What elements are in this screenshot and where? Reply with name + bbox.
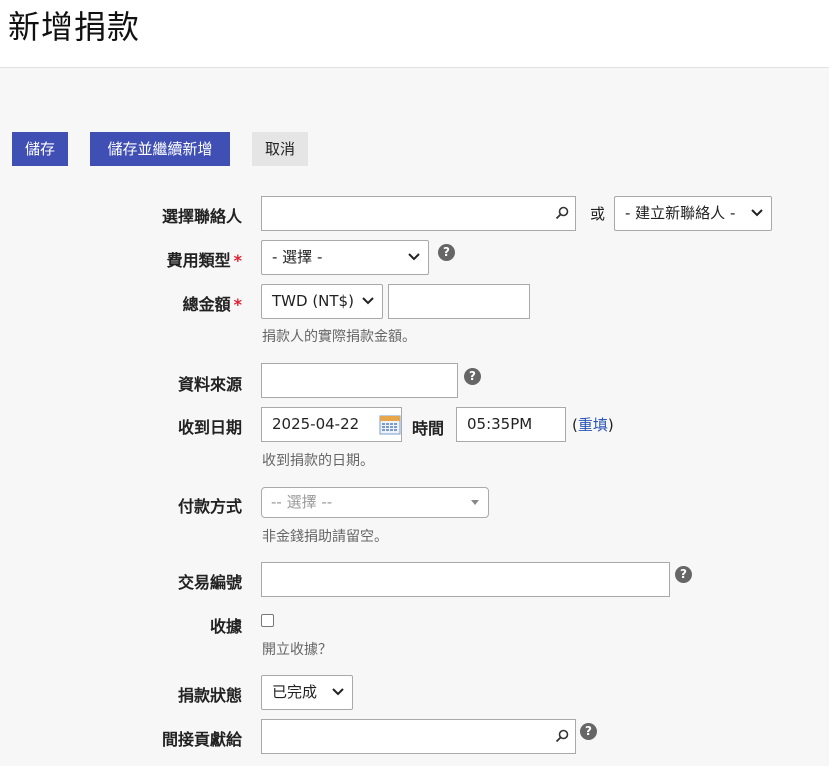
page-header: 新增捐款: [0, 0, 829, 68]
cancel-button[interactable]: 取消: [252, 132, 308, 166]
chevron-down-icon: [332, 676, 344, 696]
help-icon[interactable]: ?: [580, 723, 597, 740]
total-amount-input[interactable]: [388, 284, 530, 319]
calendar-icon[interactable]: [379, 413, 401, 435]
required-mark: *: [233, 251, 242, 270]
total-amount-label: 總金額 *: [182, 295, 242, 314]
trxn-id-label: 交易編號: [177, 573, 242, 592]
payment-method-hint: 非金錢捐助請留空。: [262, 529, 388, 545]
reset-date-wrapper: (重填): [572, 416, 614, 434]
chevron-down-icon: [408, 241, 420, 261]
receive-date-hint: 收到捐款的日期。: [262, 453, 374, 469]
or-text: 或: [590, 205, 606, 223]
chevron-down-icon: [751, 197, 763, 217]
receipt-label: 收據: [209, 617, 242, 636]
source-input[interactable]: [261, 363, 458, 398]
financial-type-label: 費用類型 *: [166, 251, 242, 270]
receive-date-label: 收到日期: [177, 418, 242, 437]
help-icon[interactable]: ?: [438, 244, 455, 261]
receipt-hint: 開立收據？: [262, 642, 332, 658]
trxn-id-input[interactable]: [261, 562, 670, 597]
page-title: 新增捐款: [8, 8, 141, 46]
financial-type-select[interactable]: - 選擇 -: [261, 240, 429, 275]
search-icon: [555, 206, 569, 220]
receipt-checkbox[interactable]: [261, 614, 274, 627]
reset-date-link[interactable]: 重填: [578, 416, 608, 434]
dropdown-arrow-icon: [471, 500, 479, 505]
payment-method-label: 付款方式: [177, 497, 242, 516]
status-label: 捐款狀態: [177, 686, 242, 705]
receive-time-input[interactable]: 05:35PM: [456, 407, 566, 442]
help-icon[interactable]: ?: [675, 566, 692, 583]
required-mark: *: [233, 295, 242, 314]
contact-search-input[interactable]: [261, 196, 576, 231]
status-select[interactable]: 已完成: [261, 675, 353, 710]
soft-credit-search-input[interactable]: [261, 719, 576, 754]
chevron-down-icon: [362, 285, 374, 305]
time-label: 時間: [412, 419, 445, 438]
help-icon[interactable]: ?: [464, 368, 481, 385]
payment-method-select[interactable]: -- 選擇 --: [261, 487, 489, 518]
new-contact-select[interactable]: - 建立新聯絡人 -: [614, 196, 772, 231]
source-label: 資料來源: [177, 375, 242, 394]
contact-label: 選擇聯絡人: [161, 207, 242, 226]
soft-credit-label: 間接貢獻給: [161, 730, 242, 749]
total-amount-hint: 捐款人的實際捐款金額。: [262, 329, 416, 345]
save-and-new-button[interactable]: 儲存並繼續新增: [90, 132, 230, 166]
search-icon: [555, 729, 569, 743]
save-button[interactable]: 儲存: [12, 132, 68, 166]
currency-select[interactable]: TWD (NT$): [261, 284, 383, 319]
